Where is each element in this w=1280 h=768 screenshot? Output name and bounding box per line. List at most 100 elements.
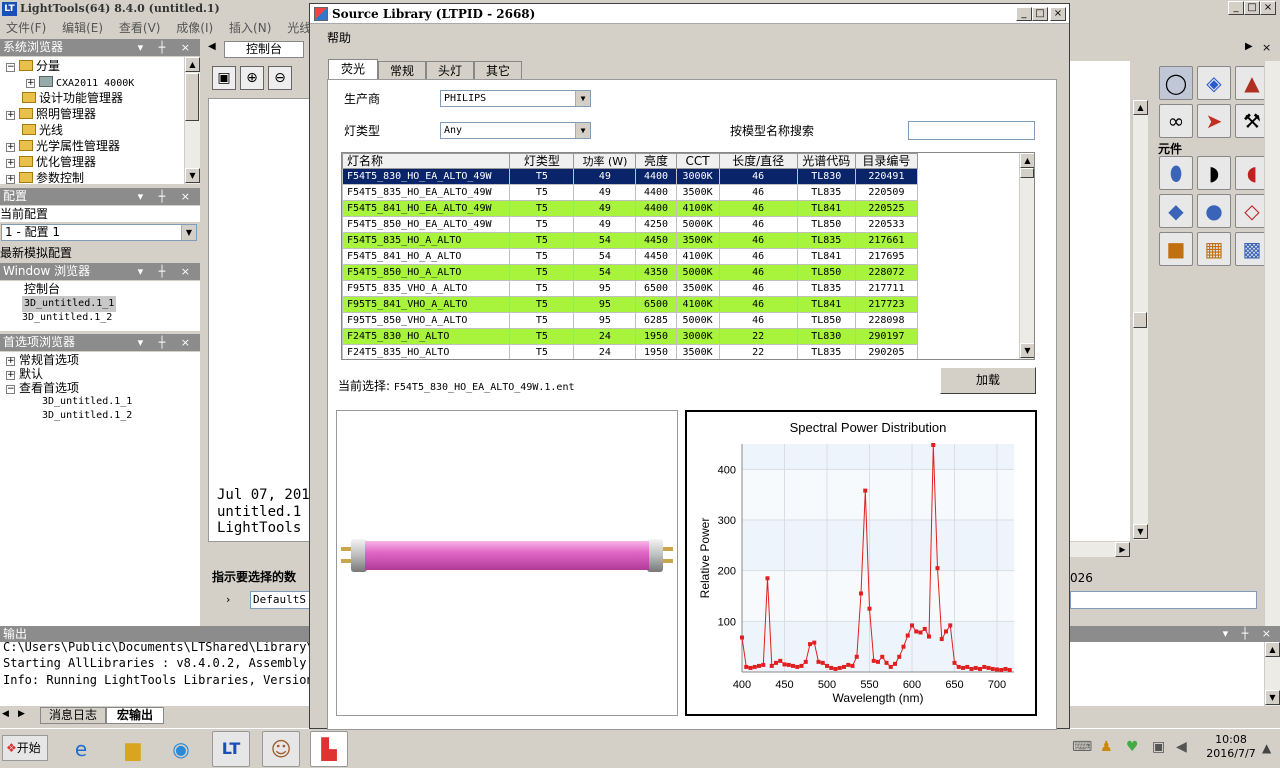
qq-icon[interactable]: ♟ — [1100, 739, 1113, 755]
ray-tool-icon[interactable]: ➤ — [1197, 104, 1231, 138]
manufacturer-select[interactable]: PHILIPS ▼ — [440, 90, 591, 107]
start-button[interactable]: ❖开始 — [2, 735, 48, 761]
table-row[interactable]: F54T5_841_HO_EA_ALTO_49W T5 49 4400 4100K 46 T… — [342, 200, 919, 217]
close-button[interactable]: × — [1260, 1, 1276, 15]
lens-element-icon[interactable]: ⬮ — [1159, 156, 1193, 190]
tree-item-optical-props[interactable]: + 光学属性管理器 — [6, 138, 120, 154]
3d-view-canvas[interactable] — [1070, 61, 1130, 541]
3d-view-hscroll[interactable]: ▶ — [1070, 542, 1130, 557]
tree-item-params[interactable]: + 参数控制 — [6, 170, 84, 186]
binoculars-tool-icon[interactable]: ∞ — [1159, 104, 1193, 138]
scroll-thumb[interactable] — [1133, 312, 1147, 328]
scroll-up-icon[interactable]: ▲ — [1265, 642, 1280, 657]
scroll-thumb[interactable] — [185, 73, 199, 121]
collapse-icon[interactable]: − — [6, 385, 15, 394]
table-row[interactable]: F95T5_835_VHO_A_ALTO T5 95 6500 3500K 46 TL835… — [342, 280, 919, 297]
output-scrollbar[interactable]: ▲ ▼ — [1264, 642, 1280, 706]
chevron-down-icon[interactable]: ▼ — [575, 91, 590, 106]
table-row[interactable]: F54T5_835_HO_A_ALTO T5 54 4450 3500K 46 TL835 2… — [342, 232, 919, 249]
lamp-type-select[interactable]: Any ▼ — [440, 122, 591, 139]
array-icon[interactable]: ▦ — [1197, 232, 1231, 266]
scroll-down-icon[interactable]: ▼ — [1265, 690, 1280, 705]
dialog-close-button[interactable]: × — [1050, 7, 1066, 21]
menu-imaging[interactable]: 成像(I) — [176, 21, 213, 35]
model-search-input[interactable] — [908, 121, 1035, 140]
folder-icon[interactable]: ▆ — [114, 731, 152, 767]
expand-icon[interactable]: + — [6, 175, 15, 184]
scroll-down-icon[interactable]: ▼ — [1133, 524, 1148, 539]
tree-item-design-features[interactable]: 设计功能管理器 — [22, 90, 123, 106]
expand-icon[interactable]: + — [6, 159, 15, 168]
console-command-input[interactable]: DefaultS — [250, 591, 310, 609]
dialog-menu-help[interactable]: 帮助 — [327, 29, 351, 46]
volume-icon[interactable]: ◀ — [1176, 739, 1187, 755]
lens-tool-icon[interactable]: ◯ — [1159, 66, 1193, 100]
globe-icon[interactable]: ◉ — [162, 731, 200, 767]
table-row[interactable]: F95T5_850_VHO_A_ALTO T5 95 6285 5000K 46 TL850… — [342, 312, 919, 329]
tab-next-icon[interactable]: ▶ — [18, 709, 25, 719]
users-icon[interactable]: ☺ — [262, 731, 300, 767]
table-row[interactable]: F54T5_850_HO_EA_ALTO_49W T5 49 4250 5000K 46 T… — [342, 216, 919, 233]
table-scrollbar[interactable]: ▲ ▼ — [1019, 153, 1034, 359]
load-button[interactable]: 加载 — [940, 367, 1036, 394]
panel-controls[interactable]: ▾ ┼ × — [138, 188, 196, 205]
pref-view-3d-2[interactable]: 3D_untitled.1_2 — [42, 408, 132, 424]
table-row[interactable]: F24T5_835_HO_ALTO T5 24 1950 3500K 22 TL835 290… — [342, 344, 919, 359]
col-cct[interactable]: CCT — [675, 153, 720, 169]
show-desktop-icon[interactable]: ▲ — [1262, 741, 1271, 755]
table-row[interactable]: F54T5_850_HO_A_ALTO T5 54 4350 5000K 46 TL850 2… — [342, 264, 919, 281]
window-item-console[interactable]: 控制台 — [24, 281, 60, 297]
col-lumens[interactable]: 亮度 — [635, 153, 677, 169]
right-panel-scrollbar[interactable] — [1264, 61, 1280, 626]
spheres-icon[interactable]: ● — [1197, 194, 1231, 228]
shield-icon[interactable]: ♥ — [1126, 739, 1139, 755]
config-select[interactable]: 1 - 配置 1 ▼ — [1, 224, 197, 241]
col-code[interactable]: 光谱代码 — [796, 153, 856, 169]
close-tab-icon[interactable]: × — [1262, 41, 1271, 54]
table-row[interactable]: F54T5_835_HO_EA_ALTO_49W T5 49 4400 3500K 46 T… — [342, 184, 919, 201]
table-row[interactable]: F24T5_830_HO_ALTO T5 24 1950 3000K 22 TL830 290… — [342, 328, 919, 345]
tab-other[interactable]: 其它 — [474, 61, 522, 80]
scroll-up-icon[interactable]: ▲ — [1020, 153, 1034, 168]
table-row[interactable]: F54T5_841_HO_A_ALTO T5 54 4450 4100K 46 TL841 2… — [342, 248, 919, 265]
scroll-down-icon[interactable]: ▼ — [1020, 343, 1034, 358]
scroll-right-icon[interactable]: ▶ — [1115, 542, 1130, 557]
tree-item-components[interactable]: − 分量 — [6, 58, 60, 74]
clock[interactable]: 10:08 2016/7/7 — [1206, 733, 1256, 761]
panel-controls[interactable]: ▾ ┼ × — [138, 334, 196, 351]
col-catalog[interactable]: 目录编号 — [854, 153, 919, 169]
zoom-in-icon[interactable]: ⊕ — [240, 66, 264, 90]
graph-tool-icon[interactable]: ◈ — [1197, 66, 1231, 100]
menu-insert[interactable]: 插入(N) — [229, 21, 271, 35]
col-power[interactable]: 功率 (W) — [573, 153, 637, 169]
tree-item-optimization[interactable]: + 优化管理器 — [6, 154, 96, 170]
ie-icon[interactable]: e — [62, 731, 100, 767]
save-icon[interactable]: ▣ — [212, 66, 236, 90]
source-library-icon[interactable]: ▙ — [310, 731, 348, 767]
tab-scroll-right-icon[interactable]: ▶ — [1245, 41, 1253, 52]
panel-controls[interactable]: ▾ ┼ × — [138, 263, 196, 280]
window-item-3d-2[interactable]: 3D_untitled.1_2 — [22, 310, 112, 326]
curved-mirror-icon[interactable]: ◗ — [1197, 156, 1231, 190]
tree-item-rays[interactable]: 光线 — [22, 122, 63, 138]
expand-icon[interactable]: + — [6, 111, 15, 120]
console-right-input[interactable] — [1070, 591, 1257, 609]
zoom-out-icon[interactable]: ⊖ — [268, 66, 292, 90]
expand-icon[interactable]: + — [6, 143, 15, 152]
3d-view-vscroll[interactable]: ▲ ▼ — [1132, 100, 1148, 540]
table-row[interactable]: F54T5_830_HO_EA_ALTO_49W T5 49 4400 3000K 46 T… — [342, 168, 919, 185]
expand-icon[interactable]: + — [26, 79, 35, 88]
scroll-up-icon[interactable]: ▲ — [185, 57, 200, 72]
col-length[interactable]: 长度/直径 — [718, 153, 798, 169]
tab-console[interactable]: 控制台 — [224, 41, 304, 58]
tab-message-log[interactable]: 消息日志 — [40, 707, 106, 724]
menu-file[interactable]: 文件(F) — [6, 21, 46, 35]
chevron-down-icon[interactable]: ▼ — [181, 225, 196, 240]
expand-icon[interactable]: + — [6, 371, 15, 380]
tab-first-icon[interactable]: ◀ — [2, 709, 9, 719]
menu-view[interactable]: 查看(V) — [119, 21, 161, 35]
expand-icon[interactable]: + — [6, 357, 15, 366]
tab-scroll-left-icon[interactable]: ◀ — [208, 41, 216, 52]
menu-edit[interactable]: 编辑(E) — [62, 21, 103, 35]
tab-general[interactable]: 常规 — [378, 61, 426, 80]
